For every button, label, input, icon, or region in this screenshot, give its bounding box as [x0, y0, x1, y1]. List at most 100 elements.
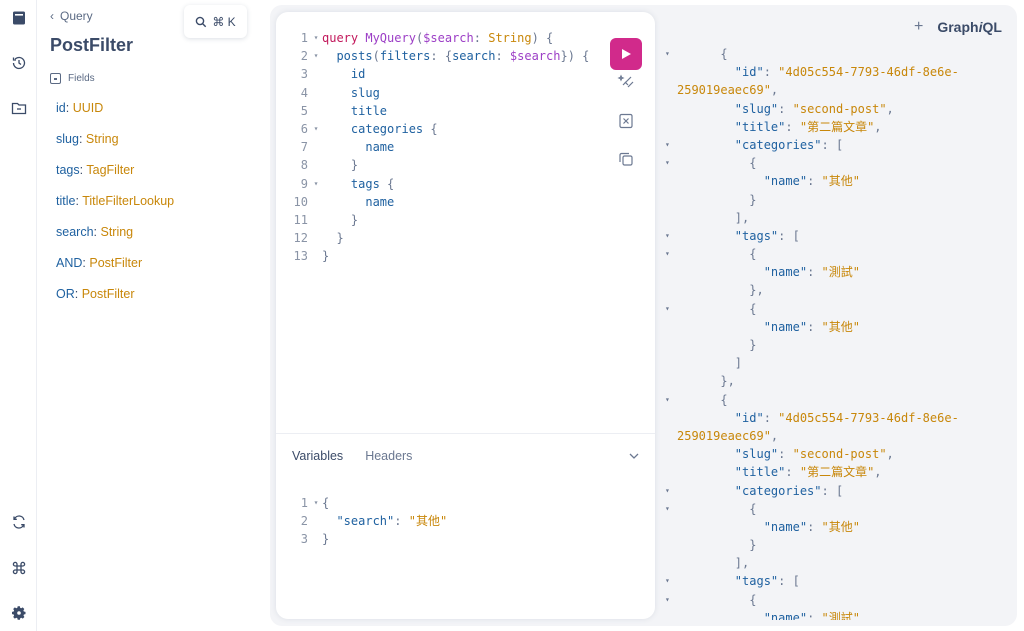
fold-icon[interactable]: [310, 102, 322, 120]
fold-icon[interactable]: ▾: [665, 245, 670, 263]
docs-explorer: ‹ Query PostFilter Fields id: UUID slug: …: [37, 0, 270, 631]
code-line: 12 }: [276, 229, 589, 247]
fold-icon[interactable]: ▾: [665, 227, 670, 245]
fold-icon[interactable]: ▾: [665, 482, 670, 500]
add-tab-button[interactable]: +: [914, 18, 923, 36]
back-link[interactable]: ‹ Query: [50, 9, 93, 23]
fold-icon[interactable]: [310, 193, 322, 211]
result-line: "name": "其他": [660, 518, 1017, 536]
code-line: 3 id: [276, 65, 589, 83]
run-button[interactable]: [610, 38, 642, 70]
result-text: "title": "第二篇文章",: [734, 465, 882, 480]
explorer-icon[interactable]: [0, 94, 37, 122]
search-button[interactable]: ⌘ K: [184, 5, 247, 38]
fold-icon[interactable]: [310, 65, 322, 83]
header-right: + GraphiQL: [914, 18, 1002, 36]
field-slug[interactable]: slug: String: [56, 132, 119, 146]
result-line: "name": "其他": [660, 172, 1017, 190]
line-number: 7: [300, 140, 308, 155]
field-type[interactable]: PostFilter: [89, 256, 142, 270]
field-type[interactable]: PostFilter: [82, 287, 135, 301]
fold-icon[interactable]: ▾: [665, 500, 670, 518]
fold-icon[interactable]: [310, 530, 322, 548]
history-icon[interactable]: [0, 49, 37, 77]
code-text: }: [350, 212, 359, 227]
result-text: "categories": [: [734, 483, 844, 498]
variables-editor[interactable]: 1 ▾{2 "search": "其他" 3}: [276, 494, 447, 549]
field-search[interactable]: search: String: [56, 225, 133, 239]
result-text: ],: [734, 556, 750, 571]
sparkle-icon: [617, 74, 634, 88]
line-number: 8: [300, 158, 308, 173]
fold-icon[interactable]: ▾: [310, 47, 322, 65]
fold-icon[interactable]: [310, 156, 322, 174]
shortcuts-icon[interactable]: [0, 554, 37, 582]
line-number: 1: [300, 31, 308, 45]
line-number: 11: [293, 212, 308, 227]
code-line: 1 ▾ query MyQuery($search: String) {: [276, 29, 589, 47]
query-editor-card: 1 ▾ query MyQuery($search: String) {2 ▾ pos…: [276, 12, 655, 619]
field-type[interactable]: UUID: [73, 101, 104, 115]
field-id[interactable]: id: UUID: [56, 101, 103, 115]
fold-icon[interactable]: ▾: [665, 136, 670, 154]
result-line: }: [660, 336, 1017, 354]
result-text: ],: [734, 210, 750, 225]
copy-button[interactable]: [616, 149, 636, 169]
merge-fragments-button[interactable]: [616, 111, 636, 131]
result-text: "id": "4d05c554-7793-46df-8e6e-: [734, 65, 959, 80]
prettify-button[interactable]: [616, 72, 636, 92]
field-type[interactable]: String: [86, 132, 119, 146]
fold-icon[interactable]: [310, 512, 322, 530]
fold-icon[interactable]: ▾: [665, 391, 670, 409]
result-line: },: [660, 281, 1017, 299]
result-line: ▾ {: [660, 154, 1017, 172]
tab-headers[interactable]: Headers: [365, 449, 412, 463]
field-type[interactable]: TitleFilterLookup: [82, 194, 174, 208]
fold-icon[interactable]: [310, 84, 322, 102]
fold-icon[interactable]: [310, 211, 322, 229]
result-text: "id": "4d05c554-7793-46df-8e6e-: [734, 410, 959, 425]
code-text: name: [365, 194, 395, 209]
fold-icon[interactable]: ▾: [665, 572, 670, 590]
code-text: categories {: [350, 121, 438, 136]
field-type[interactable]: TagFilter: [86, 163, 134, 177]
field-name: slug: [56, 132, 79, 146]
field-tags[interactable]: tags: TagFilter: [56, 163, 134, 177]
fold-icon[interactable]: ▾: [665, 154, 670, 172]
refetch-icon[interactable]: [0, 508, 37, 536]
result-text: {: [749, 156, 757, 171]
fold-icon[interactable]: ▾: [310, 120, 322, 138]
type-title: PostFilter: [50, 35, 134, 55]
result-text: "name": "其他": [763, 319, 860, 334]
result-text: {: [749, 592, 757, 607]
field-or[interactable]: OR: PostFilter: [56, 287, 135, 301]
fold-icon[interactable]: ▾: [665, 45, 670, 63]
fold-icon[interactable]: [310, 138, 322, 156]
code-text: }: [322, 249, 330, 264]
fold-icon[interactable]: [310, 229, 322, 247]
field-type[interactable]: String: [100, 225, 133, 239]
code-text: tags {: [350, 176, 395, 191]
chevron-down-icon[interactable]: [626, 448, 642, 464]
code-line: 13}: [276, 247, 589, 265]
fold-icon[interactable]: [310, 247, 322, 265]
fold-icon[interactable]: ▾: [310, 494, 322, 512]
result-text: 259019eaec69",: [677, 428, 779, 443]
docs-icon[interactable]: [0, 4, 37, 32]
fold-icon[interactable]: ▾: [310, 175, 322, 193]
tab-variables[interactable]: Variables: [292, 449, 343, 463]
result-text: "tags": [: [734, 228, 800, 243]
field-title[interactable]: title: TitleFilterLookup: [56, 194, 174, 208]
fold-icon[interactable]: ▾: [665, 300, 670, 318]
line-number: 3: [300, 67, 308, 82]
result-line: ▾ {: [660, 45, 1017, 63]
result-line: 259019eaec69",: [660, 427, 1017, 445]
fold-icon[interactable]: ▾: [310, 29, 322, 47]
fold-icon[interactable]: ▾: [665, 591, 670, 609]
result-line: ▾ {: [660, 300, 1017, 318]
settings-icon[interactable]: [0, 599, 37, 627]
code-text: }: [322, 532, 330, 547]
field-and[interactable]: AND: PostFilter: [56, 256, 142, 270]
query-editor[interactable]: 1 ▾ query MyQuery($search: String) {2 ▾ pos…: [276, 29, 590, 265]
code-line: 7 name: [276, 138, 589, 156]
